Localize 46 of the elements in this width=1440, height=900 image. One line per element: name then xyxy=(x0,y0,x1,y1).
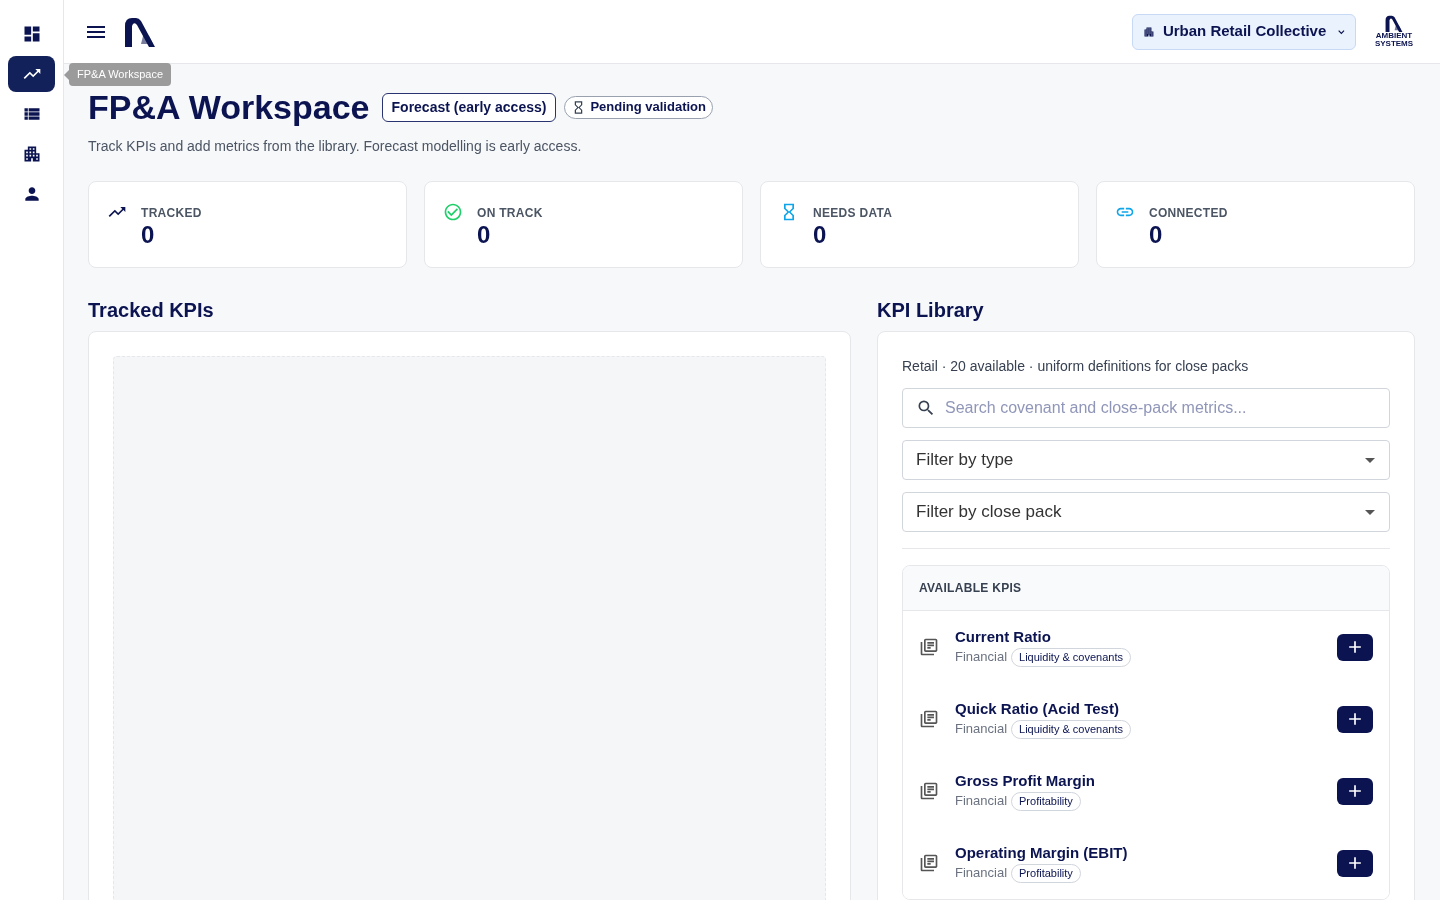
rail-nav-button[interactable] xyxy=(8,56,55,92)
tooltip-arrow-icon xyxy=(64,69,69,80)
library-book-icon xyxy=(919,709,939,729)
kpi-type: Financial xyxy=(955,792,1008,811)
chevron-down-icon xyxy=(1338,28,1345,35)
library-book-icon xyxy=(919,781,939,801)
stat-label: ON TRACK xyxy=(477,205,543,221)
library-summary: Retail · 20 available · uniform definitions for close packs xyxy=(902,357,1250,376)
stat-label: TRACKED xyxy=(141,205,202,221)
section-heading: Tracked KPIs xyxy=(88,298,215,323)
stat-value: 0 xyxy=(141,221,156,249)
section-heading: KPI Library xyxy=(877,298,985,323)
add-kpi-button[interactable] xyxy=(1337,705,1373,733)
early-access-badge: Forecast (early access) xyxy=(381,92,557,122)
search-icon xyxy=(916,398,936,418)
dropdown-arrow-icon xyxy=(1365,457,1375,463)
kpi-type: Financial xyxy=(955,720,1008,739)
status-label: Pending validation xyxy=(590,98,706,117)
panel-heading: AVAILABLE KPIS xyxy=(919,580,1022,597)
brand-logo xyxy=(124,16,156,47)
tooltip: FP&A Workspace xyxy=(69,63,171,86)
library-book-icon xyxy=(919,637,939,657)
kpi-name: Operating Margin (EBIT) xyxy=(955,843,1129,864)
kpi-type: Financial xyxy=(955,864,1008,883)
library-book-icon xyxy=(919,853,939,873)
add-kpi-button[interactable] xyxy=(1337,849,1373,877)
stat-value: 0 xyxy=(813,221,828,249)
organization-selector[interactable]: Urban Retail Collective xyxy=(1132,13,1356,50)
stat-label: CONNECTED xyxy=(1149,205,1228,221)
add-kpi-button[interactable] xyxy=(1337,633,1373,661)
dropdown-arrow-icon xyxy=(1365,509,1375,515)
kpi-name: Current Ratio xyxy=(955,627,1052,648)
kpi-type: Financial xyxy=(955,648,1008,667)
page-subtitle: Track KPIs and add metrics from the library. Forecast modelling is early access. xyxy=(88,137,583,156)
kpi-name: Gross Profit Margin xyxy=(955,771,1097,792)
logo-wordmark: AMBIENT SYSTEMS xyxy=(1373,32,1415,48)
stat-value: 0 xyxy=(477,221,492,249)
brand-logo xyxy=(1385,15,1403,32)
kpi-name: Quick Ratio (Acid Test) xyxy=(955,699,1120,720)
filter-select[interactable]: Filter by close pack xyxy=(902,492,1390,532)
search-field[interactable]: Search covenant and close-pack metrics... xyxy=(902,388,1390,428)
add-kpi-button[interactable] xyxy=(1337,777,1373,805)
stat-value: 0 xyxy=(1149,221,1164,249)
stat-label: NEEDS DATA xyxy=(813,205,893,221)
filter-select[interactable]: Filter by type xyxy=(902,440,1390,480)
page-title: FP&A Workspace xyxy=(88,87,370,128)
